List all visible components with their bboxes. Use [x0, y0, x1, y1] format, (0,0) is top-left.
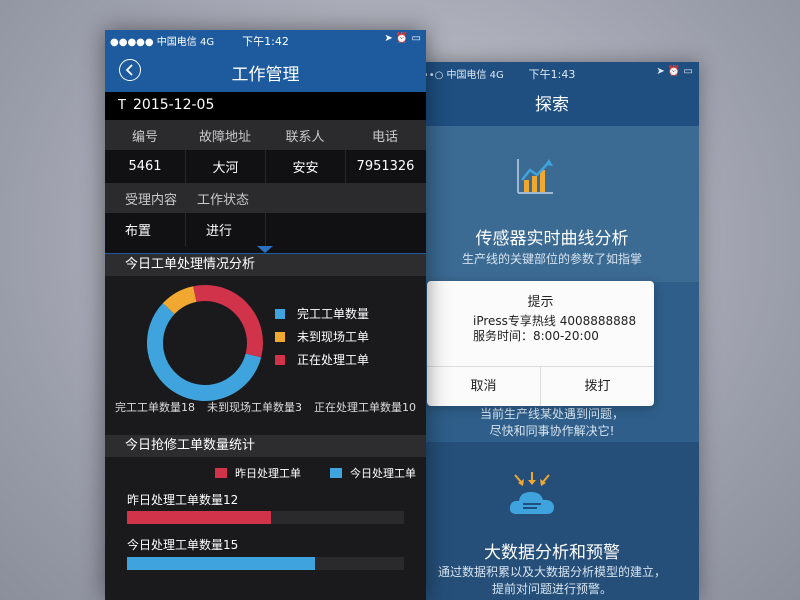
chart-growth-icon	[517, 159, 553, 194]
header-contact: 联系人	[285, 129, 325, 145]
donut-chart	[147, 285, 263, 401]
bar-label-yesterday: 昨日处理工单数量12	[127, 493, 239, 507]
sensor-subtitle: 生产线的关键部位的参数了如指掌	[461, 252, 642, 266]
legend-label-not-arrived: 未到现场工单	[297, 330, 370, 344]
cell-empty	[265, 213, 426, 246]
count-not-arrived: 未到现场工单数量3	[207, 401, 302, 414]
count-completed: 完工工单数量18	[115, 401, 195, 414]
legend-today: 今日处理工单	[330, 465, 416, 481]
header-content: 受理内容	[125, 192, 178, 208]
bigdata-line2: 提前对问题进行预警。	[491, 582, 612, 596]
cell-contact: 安安	[265, 150, 345, 183]
legend-swatch-completed	[275, 308, 285, 319]
bar-section-title: 今日抢修工单数量统计	[105, 435, 426, 457]
header-phone: 电话	[371, 129, 398, 145]
cell-content: 布置	[125, 224, 152, 239]
legend-swatch-today	[330, 468, 342, 478]
page-title: 工作管理	[231, 65, 300, 85]
legend-label-completed: 完工工单数量	[297, 307, 370, 321]
work-management-screen: ●●●●● 中国电信 4G 下午1:42 ➤ ⏰ ▭ 工作管理 T 2015-1…	[105, 30, 426, 600]
caret-down-icon	[257, 246, 273, 253]
cloud-data-icon	[509, 472, 554, 514]
cell-address: 大河	[185, 150, 265, 183]
bar-today	[127, 557, 316, 570]
status-bar: ●●●●● 中国电信 4G 下午1:42 ➤ ⏰ ▭	[105, 30, 426, 50]
table-row-2[interactable]: 布置 进行	[105, 213, 426, 246]
bar-label-today: 今日处理工单数量15	[127, 538, 239, 552]
dial-button[interactable]: 拨打	[540, 367, 654, 406]
table-row[interactable]: 5461 大河 安安 7951326	[105, 150, 426, 183]
page-title: 探索	[405, 84, 699, 126]
status-indicators: ➤ ⏰ ▭	[384, 33, 421, 44]
header-status: 工作状态	[197, 192, 250, 208]
status-bar: ••••○ 中国电信 4G 下午1:43 ➤ ⏰ ▭	[405, 62, 699, 84]
cancel-button[interactable]: 取消	[427, 367, 540, 406]
table-header-row: 编号 故障地址 联系人 电话	[105, 120, 426, 150]
collab-line1: 当前生产线某处遇到问题，	[479, 407, 624, 421]
section-gap	[105, 423, 426, 435]
header-address: 故障地址	[198, 129, 251, 145]
status-time: 下午1:43	[528, 68, 576, 81]
pie-counts: 完工工单数量18 未到现场工单数量3 正在处理工单数量10	[105, 399, 426, 415]
legend-label-today: 今日处理工单	[350, 467, 416, 480]
legend-swatch-not-arrived	[275, 331, 285, 342]
bar-track-today	[127, 557, 404, 570]
bigdata-card[interactable]: 大数据分析和预警 通过数据积累以及大数据分析模型的建立， 提前对问题进行预警。	[405, 442, 699, 600]
legend-not-arrived: 未到现场工单	[275, 328, 369, 345]
bar-track-yesterday	[127, 511, 404, 524]
donut-slice-completed	[147, 303, 262, 401]
legend-swatch-in-progress	[275, 354, 285, 365]
date-picker[interactable]: T 2015-12-05	[105, 92, 426, 120]
donut-slice-not-arrived	[162, 286, 197, 315]
sensor-title: 传感器实时曲线分析	[475, 229, 629, 249]
cell-status: 进行	[185, 213, 265, 246]
nav-bar: 工作管理	[105, 50, 426, 92]
hotline-dialog: 提示 iPress专享热线 4008888888 服务时间：8:00-20:00…	[427, 281, 654, 406]
legend-yesterday: 昨日处理工单	[215, 465, 301, 481]
pie-section-title: 今日工单处理情况分析	[105, 254, 426, 276]
count-in-progress: 正在处理工单数量10	[314, 401, 416, 414]
dialog-actions: 取消 拨打	[427, 366, 654, 406]
status-indicators: ➤ ⏰ ▭	[656, 66, 693, 77]
pie-chart-area: 完工工单数量 未到现场工单 正在处理工单 完工工单数量18 未到现场工单数量3 …	[105, 276, 426, 423]
work-order-table: 编号 故障地址 联系人 电话 5461 大河 安安 7951326 受理内容 工…	[105, 120, 426, 246]
bar-chart-area: 昨日处理工单 今日处理工单 昨日处理工单数量12 今日处理工单数量15	[105, 457, 426, 597]
dialog-service-hours: 服务时间：8:00-20:00	[473, 329, 599, 343]
legend-label-yesterday: 昨日处理工单	[235, 467, 301, 480]
legend-label-in-progress: 正在处理工单	[297, 353, 370, 367]
sensor-analysis-card[interactable]: 传感器实时曲线分析 生产线的关键部位的参数了如指掌	[405, 126, 699, 282]
cell-id: 5461	[128, 159, 162, 174]
header-id: 编号	[131, 129, 158, 145]
table-header-row-2: 受理内容 工作状态	[105, 183, 426, 213]
date-prefix: T	[118, 98, 126, 113]
legend-in-progress: 正在处理工单	[275, 351, 369, 368]
bar-yesterday	[127, 511, 272, 524]
expand-divider[interactable]	[105, 246, 426, 254]
bigdata-title: 大数据分析和预警	[484, 543, 620, 563]
legend-completed: 完工工单数量	[275, 305, 369, 322]
donut-slice-in-progress	[193, 285, 263, 358]
bigdata-line1: 通过数据积累以及大数据分析模型的建立，	[437, 565, 666, 579]
dialog-title: 提示	[527, 295, 554, 310]
status-time: 下午1:42	[242, 35, 289, 48]
cell-phone: 7951326	[345, 150, 425, 183]
legend-swatch-yesterday	[215, 468, 227, 478]
date-value: 2015-12-05	[133, 97, 215, 113]
collab-line2: 尽快和同事协作解决它!	[489, 424, 615, 438]
